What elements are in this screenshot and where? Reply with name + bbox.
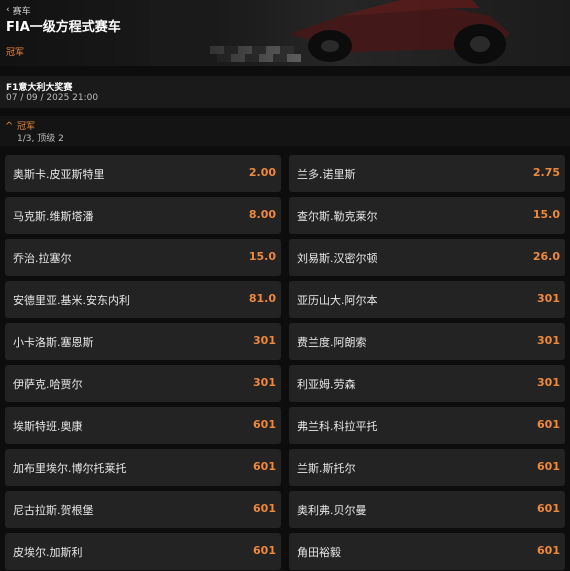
selection-name: 查尔斯.勒克莱尔 (297, 210, 378, 223)
selection-button[interactable]: 尼古拉斯.贺根堡 601 (5, 491, 281, 528)
selection-name: 利亚姆.劳森 (297, 378, 356, 391)
selection-button[interactable]: 小卡洛斯.塞恩斯 301 (5, 323, 281, 360)
selection-odds: 301 (253, 334, 276, 347)
tab-champion[interactable]: 冠军 (6, 45, 24, 58)
race-car-banner-image (150, 0, 570, 66)
selection-button[interactable]: 加布里埃尔.博尔托莱托 601 (5, 449, 281, 486)
selection-odds: 601 (537, 544, 560, 557)
selection-odds: 26.0 (532, 250, 560, 263)
selection-name: 奥斯卡.皮亚斯特里 (13, 168, 105, 181)
selection-name: 马克斯.维斯塔潘 (13, 210, 94, 223)
selection-button[interactable]: 亚历山大.阿尔本 301 (289, 281, 565, 318)
page-title: FIA一级方程式赛车 (6, 20, 121, 35)
selection-odds: 2.00 (248, 166, 276, 179)
selection-button[interactable]: 弗兰科.科拉平托 601 (289, 407, 565, 444)
selection-odds: 601 (253, 418, 276, 431)
page-header: ‹ 赛车 FIA一级方程式赛车 冠军 (0, 0, 570, 66)
selection-name: 角田裕毅 (297, 546, 341, 559)
selection-button[interactable]: 皮埃尔.加斯利 601 (5, 533, 281, 570)
selection-odds: 601 (537, 418, 560, 431)
selection-name: 刘易斯.汉密尔顿 (297, 252, 378, 265)
selection-name: 小卡洛斯.塞恩斯 (13, 336, 94, 349)
selection-name: 奥利弗.贝尔曼 (297, 504, 367, 517)
selection-odds: 301 (537, 334, 560, 347)
selection-odds: 301 (537, 292, 560, 305)
selection-odds: 15.0 (248, 250, 276, 263)
market-subtitle: 1/3, 顶级 2 (17, 134, 64, 144)
selection-name: 费兰度.阿朗索 (297, 336, 367, 349)
selection-button[interactable]: 埃斯特班.奥康 601 (5, 407, 281, 444)
selection-odds: 601 (253, 460, 276, 473)
event-name: F1意大利大奖赛 (6, 83, 73, 93)
selection-button[interactable]: 奥利弗.贝尔曼 601 (289, 491, 565, 528)
selection-odds: 601 (537, 460, 560, 473)
selection-name: 尼古拉斯.贺根堡 (13, 504, 94, 517)
selection-button[interactable]: 奥斯卡.皮亚斯特里 2.00 (5, 155, 281, 192)
selection-odds: 8.00 (248, 208, 276, 221)
selection-button[interactable]: 查尔斯.勒克莱尔 15.0 (289, 197, 565, 234)
selection-name: 皮埃尔.加斯利 (13, 546, 83, 559)
selection-button[interactable]: 角田裕毅 601 (289, 533, 565, 570)
selection-name: 亚历山大.阿尔本 (297, 294, 378, 307)
selection-button[interactable]: 马克斯.维斯塔潘 8.00 (5, 197, 281, 234)
selection-name: 埃斯特班.奥康 (13, 420, 83, 433)
selection-name: 伊萨克.哈贾尔 (13, 378, 83, 391)
selection-odds: 601 (253, 502, 276, 515)
selection-odds: 81.0 (248, 292, 276, 305)
selection-odds: 301 (253, 376, 276, 389)
chevron-left-icon: ‹ (6, 5, 10, 15)
selection-button[interactable]: 费兰度.阿朗索 301 (289, 323, 565, 360)
selection-odds: 301 (537, 376, 560, 389)
selection-odds: 601 (253, 544, 276, 557)
selection-name: 兰斯.斯托尔 (297, 462, 356, 475)
selection-odds: 2.75 (532, 166, 560, 179)
selection-odds: 15.0 (532, 208, 560, 221)
selection-button[interactable]: 利亚姆.劳森 301 (289, 365, 565, 402)
selection-button[interactable]: 伊萨克.哈贾尔 301 (5, 365, 281, 402)
selection-name: 乔治.拉塞尔 (13, 252, 72, 265)
event-datetime: 07 / 09 / 2025 21:00 (6, 93, 99, 103)
selection-odds: 601 (537, 502, 560, 515)
market-header-toggle[interactable]: ^ 冠军 1/3, 顶级 2 (0, 116, 570, 146)
selection-button[interactable]: 乔治.拉塞尔 15.0 (5, 239, 281, 276)
chevron-up-icon: ^ (5, 121, 14, 132)
event-info: F1意大利大奖赛 07 / 09 / 2025 21:00 (0, 76, 570, 108)
selection-button[interactable]: 兰斯.斯托尔 601 (289, 449, 565, 486)
selection-name: 兰多.诺里斯 (297, 168, 356, 181)
selection-name: 加布里埃尔.博尔托莱托 (13, 462, 127, 475)
selection-name: 安德里亚.基米.安东内利 (13, 294, 130, 307)
selection-button[interactable]: 刘易斯.汉密尔顿 26.0 (289, 239, 565, 276)
selection-button[interactable]: 兰多.诺里斯 2.75 (289, 155, 565, 192)
selection-name: 弗兰科.科拉平托 (297, 420, 378, 433)
selection-button[interactable]: 安德里亚.基米.安东内利 81.0 (5, 281, 281, 318)
